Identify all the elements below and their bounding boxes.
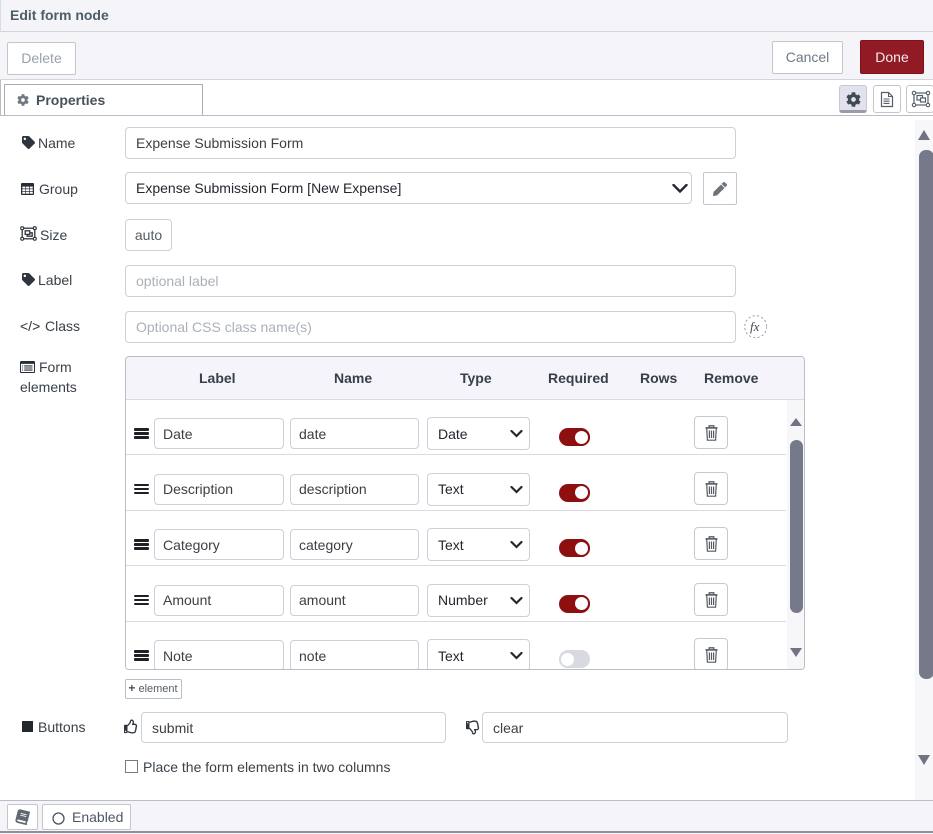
svg-text:fx: fx bbox=[750, 319, 760, 334]
